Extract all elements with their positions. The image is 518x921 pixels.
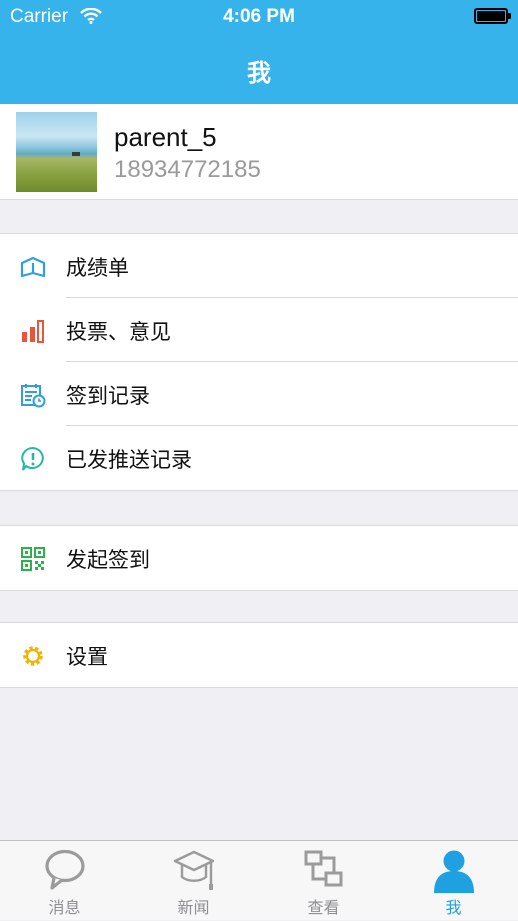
tab-news[interactable]: 新闻: [129, 841, 258, 921]
menu-group-settings: 设置: [0, 622, 518, 688]
gear-icon: [23, 646, 43, 666]
menu-group-checkin: 发起签到: [0, 525, 518, 591]
profile-card[interactable]: parent_5 18934772185: [0, 104, 518, 200]
menu-item-label: 投票、意见: [66, 321, 171, 344]
profile-name: parent_5: [114, 122, 217, 152]
window-connect-icon: [304, 850, 343, 887]
tab-label: 消息: [48, 900, 81, 917]
bar-chart-icon: [22, 320, 44, 343]
tab-messages[interactable]: 消息: [0, 841, 129, 921]
menu-item-settings[interactable]: 设置: [0, 623, 518, 687]
tab-me[interactable]: 我: [389, 841, 518, 921]
nav-header: Carrier 4:06 PM 我: [0, 0, 518, 104]
tab-label: 查看: [307, 900, 340, 917]
tab-view[interactable]: 查看: [259, 841, 388, 921]
person-icon: [434, 850, 474, 893]
status-time: 4:06 PM: [223, 6, 295, 27]
menu-item-checkin-records[interactable]: 签到记录: [0, 361, 518, 426]
tab-label: 我: [445, 900, 462, 917]
menu-item-report-card[interactable]: 成绩单: [0, 234, 518, 298]
menu-item-label: 设置: [66, 646, 108, 669]
menu-item-start-checkin[interactable]: 发起签到: [0, 526, 518, 590]
avatar[interactable]: [16, 112, 97, 192]
chat-bubble-icon: [45, 849, 85, 890]
profile-phone: 18934772185: [114, 156, 261, 183]
menu-item-push-history[interactable]: 已发推送记录: [0, 425, 518, 490]
page-title: 我: [247, 60, 271, 87]
qr-code-icon: [21, 547, 45, 571]
tab-bar: 消息 新闻 查看 我: [0, 840, 518, 920]
menu-group-records: 成绩单 投票、意见 签到记录 已发推送记录: [0, 233, 518, 491]
alert-bubble-icon: [21, 446, 44, 471]
menu-item-label: 成绩单: [66, 257, 129, 280]
menu-item-label: 已发推送记录: [66, 449, 192, 472]
menu-item-label: 签到记录: [66, 385, 150, 408]
menu-item-label: 发起签到: [66, 549, 150, 572]
graduation-cap-icon: [173, 850, 215, 890]
battery-icon: [474, 8, 511, 24]
menu-item-votes[interactable]: 投票、意见: [0, 297, 518, 362]
calendar-clock-icon: [21, 384, 46, 408]
book-icon: [20, 256, 46, 278]
status-bar: Carrier 4:06 PM: [0, 0, 518, 34]
tab-label: 新闻: [177, 900, 210, 917]
